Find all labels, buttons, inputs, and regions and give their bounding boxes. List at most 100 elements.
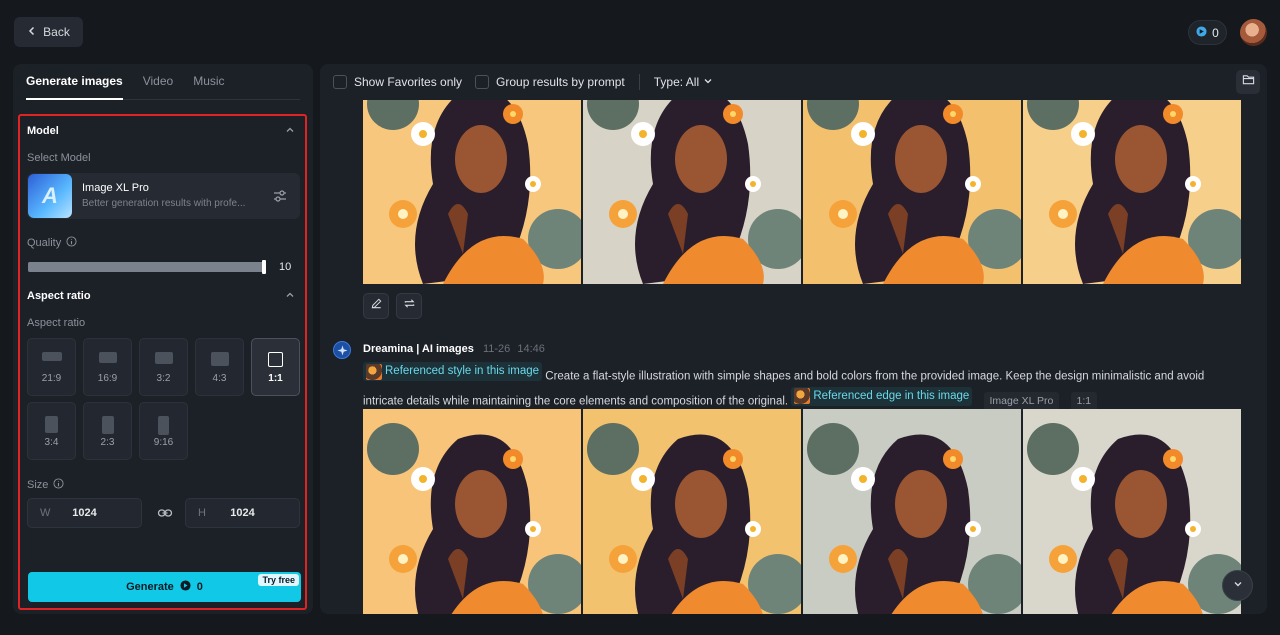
generated-image[interactable] (803, 100, 1021, 284)
folder-icon (1242, 73, 1255, 91)
collapse-model-icon[interactable] (285, 125, 295, 135)
result-row-1 (363, 100, 1241, 284)
generated-image[interactable] (583, 409, 801, 614)
aspect-ratio-4-3[interactable]: 4:3 (195, 338, 244, 396)
tab-video[interactable]: Video (143, 74, 173, 100)
type-label: Type: All (653, 75, 700, 89)
aspect-ratio-sublabel: Aspect ratio (27, 317, 86, 329)
credits-badge[interactable]: 0 (1188, 20, 1227, 45)
height-field[interactable]: H 1024 (185, 498, 300, 528)
generated-image[interactable] (1023, 100, 1241, 284)
generate-label: Generate (126, 581, 174, 593)
model-description: Better generation results with profe... (82, 198, 246, 209)
try-free-badge: Try free (258, 574, 299, 586)
chevron-left-icon (27, 25, 37, 39)
scroll-down-button[interactable] (1222, 570, 1253, 601)
favorites-checkbox[interactable] (333, 75, 347, 89)
sliders-icon[interactable] (272, 188, 288, 204)
aspect-ratio-21-9[interactable]: 21:9 (27, 338, 76, 396)
edit-button[interactable] (363, 293, 389, 319)
aspect-ratio-shape (101, 416, 114, 434)
aspect-ratio-shape (98, 352, 117, 363)
chevron-down-icon (703, 75, 713, 89)
filter-divider (638, 74, 640, 90)
generated-image[interactable] (1023, 409, 1241, 614)
pencil-icon (370, 297, 383, 315)
aspect-ratio-shape (158, 416, 169, 435)
aspect-ratio-label: 2:3 (100, 437, 115, 448)
width-field[interactable]: W 1024 (27, 498, 142, 528)
model-selector[interactable]: A Image XL Pro Better generation results… (27, 173, 300, 219)
filter-bar: Show Favorites only Group results by pro… (320, 64, 1267, 100)
back-label: Back (43, 25, 70, 39)
credit-coin-icon (1196, 25, 1207, 40)
model-name: Image XL Pro (82, 182, 149, 194)
info-icon[interactable] (66, 236, 77, 250)
generated-image[interactable] (363, 409, 581, 614)
ref-style-thumbnail (366, 363, 382, 380)
generated-image[interactable] (803, 409, 1021, 614)
settings-highlight-box: Model Select Model A Image XL Pro Better… (18, 114, 307, 610)
dreamina-logo-icon (333, 341, 351, 359)
quality-label-row: Quality (27, 236, 77, 250)
group-checkbox[interactable] (475, 75, 490, 89)
aspect-ratio-3-4[interactable]: 3:4 (27, 402, 76, 460)
height-value: 1024 (230, 507, 255, 519)
quality-slider-handle[interactable] (261, 260, 266, 274)
show-favorites-toggle[interactable]: Show Favorites only (333, 75, 462, 89)
regenerate-button[interactable] (396, 293, 422, 319)
quality-label: Quality (27, 237, 62, 249)
aspect-ratio-1-1[interactable]: 1:1 (251, 338, 300, 396)
ref-edge-thumbnail (794, 388, 811, 404)
credit-icon (180, 580, 191, 594)
aspect-ratio-2-3[interactable]: 2:3 (83, 402, 132, 460)
aspect-ratio-shape (45, 416, 58, 433)
generate-button[interactable]: Generate 0 Try free (28, 572, 301, 602)
tab-music[interactable]: Music (193, 74, 224, 100)
aspect-ratio-label: 1:1 (268, 373, 283, 384)
quality-value: 10 (279, 261, 292, 273)
repeat-icon (403, 297, 416, 315)
collapse-aspect-icon[interactable] (285, 290, 295, 300)
top-bar: Back 0 (0, 0, 1280, 64)
results-panel: Show Favorites only Group results by pro… (320, 64, 1267, 614)
ref-style-label: Referenced style in this image (385, 365, 540, 377)
result-row-2 (363, 409, 1241, 614)
aspect-ratio-shape (210, 352, 229, 366)
size-info-icon[interactable] (53, 478, 64, 492)
tab-generate-images[interactable]: Generate images (26, 74, 123, 100)
aspect-ratio-9-16[interactable]: 9:16 (139, 402, 188, 460)
avatar[interactable] (1240, 19, 1267, 46)
prompt-text-block: Referenced style in this image Create a … (363, 362, 1238, 411)
referenced-style-chip[interactable]: Referenced style in this image (363, 362, 543, 381)
group-label: Group results by prompt (496, 75, 625, 89)
favorites-label: Show Favorites only (354, 75, 463, 89)
author-name: Dreamina | AI images (363, 343, 474, 355)
generation-settings-panel: Generate images Video Music Model Select… (13, 64, 313, 614)
generated-image[interactable] (583, 100, 801, 284)
group-by-prompt-toggle[interactable]: Group results by prompt (475, 75, 625, 89)
aspect-ratio-label: 21:9 (41, 373, 62, 384)
aspect-ratio-16-9[interactable]: 16:9 (83, 338, 132, 396)
quality-slider[interactable] (28, 260, 266, 274)
generate-cost: 0 (196, 581, 203, 593)
generated-image[interactable] (363, 100, 581, 284)
aspect-ratio-3-2[interactable]: 3:2 (139, 338, 188, 396)
referenced-edge-chip[interactable]: Referenced edge in this image (791, 386, 973, 406)
aspect-ratio-label: 16:9 (97, 373, 118, 384)
generation-meta: Dreamina | AI images 11-26 14:46 (363, 343, 545, 355)
back-button[interactable]: Back (14, 17, 83, 47)
aspect-ratio-shape (154, 352, 173, 364)
chevron-down-icon (1232, 577, 1244, 595)
folder-button[interactable] (1236, 70, 1260, 94)
width-value: 1024 (72, 507, 97, 519)
type-dropdown[interactable]: Type: All (654, 75, 713, 89)
mode-tabs: Generate images Video Music (26, 74, 300, 100)
credits-count: 0 (1212, 25, 1219, 40)
quality-slider-fill (28, 260, 266, 274)
aspect-ratio-label: 9:16 (153, 437, 174, 448)
size-label-row: Size (27, 478, 64, 492)
aspect-ratio-shape (41, 352, 62, 361)
size-label: Size (27, 479, 49, 491)
link-ratio-icon[interactable] (157, 505, 173, 521)
